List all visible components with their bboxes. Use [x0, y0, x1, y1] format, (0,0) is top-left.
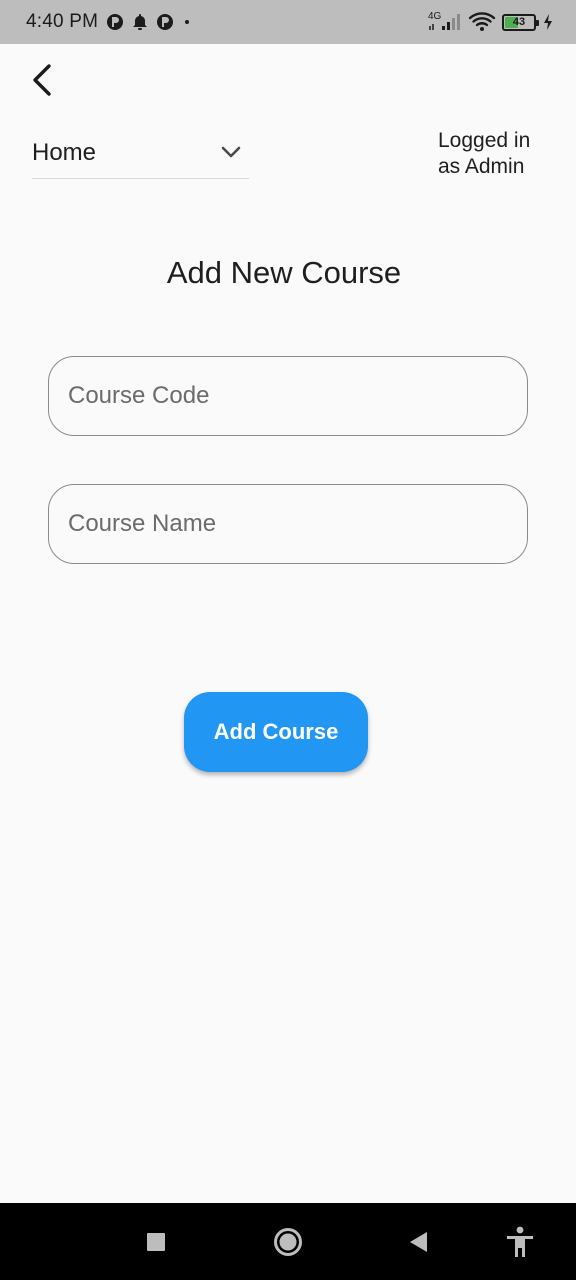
accessibility-button[interactable] [498, 1220, 542, 1264]
app-notification-icon [156, 13, 174, 31]
course-name-input[interactable] [48, 484, 528, 564]
app-notification-icon [106, 13, 124, 31]
dot-icon [182, 13, 192, 31]
user-status-line2: as Admin [438, 155, 525, 178]
user-status-line1: Logged in [438, 129, 531, 152]
status-bar: 4:40 PM 4G 43 [0, 0, 576, 44]
charging-icon [542, 13, 554, 31]
user-status: Logged in as Admin [438, 128, 558, 180]
home-icon [273, 1227, 303, 1257]
back-arrow-icon [30, 63, 54, 97]
wifi-icon [468, 12, 496, 32]
recent-apps-button[interactable] [136, 1222, 176, 1262]
system-nav-bar [0, 1203, 576, 1280]
add-course-button[interactable]: Add Course [184, 692, 368, 772]
battery-icon: 43 [502, 13, 539, 31]
accessibility-icon [505, 1226, 535, 1258]
home-button[interactable] [266, 1220, 310, 1264]
bell-icon [132, 13, 148, 31]
signal-icon: 4G [428, 12, 462, 32]
page-title: Add New Course [166, 255, 402, 290]
recent-apps-icon [146, 1232, 166, 1252]
back-triangle-icon [407, 1230, 429, 1254]
system-back-button[interactable] [398, 1222, 438, 1262]
battery-level: 43 [512, 16, 526, 28]
nav-dropdown-selected: Home [32, 139, 97, 166]
add-course-screen: 4:40 PM 4G 43 Home Logged in as Admin Ad… [0, 0, 576, 1280]
back-button[interactable] [22, 58, 62, 102]
chevron-down-icon [219, 140, 243, 169]
nav-dropdown[interactable]: Home [32, 128, 249, 179]
course-code-input[interactable] [48, 356, 528, 436]
status-time: 4:40 PM [26, 11, 99, 32]
status-bar-right: 4G 43 [428, 12, 554, 32]
status-bar-left: 4:40 PM [26, 11, 192, 33]
